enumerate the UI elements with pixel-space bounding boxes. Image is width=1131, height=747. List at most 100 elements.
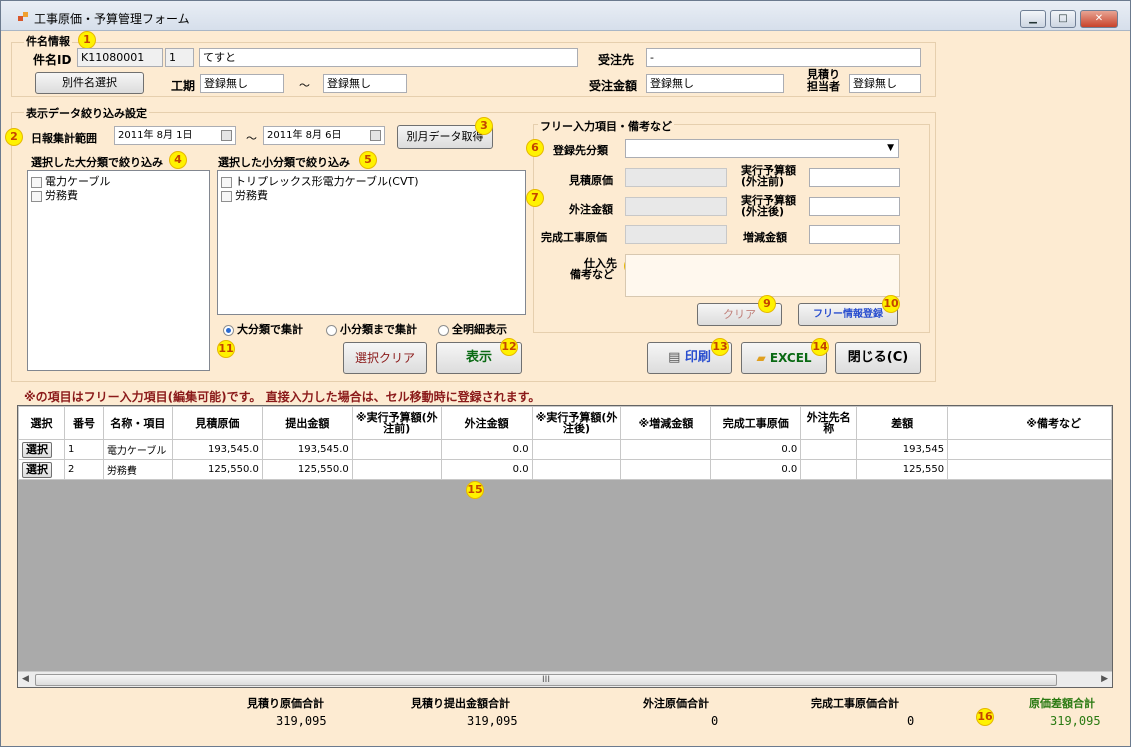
minimize-button[interactable]: ▁ [1020,10,1046,28]
cell-diff[interactable]: 193,545 [856,439,949,460]
estimator-label-2: 担当者 [807,80,840,93]
exec-after-field[interactable] [809,197,900,216]
period-from-field[interactable]: 登録無し [200,74,284,93]
main-window: 工事原価・予算管理フォーム ▁ □ ✕ 件名情報 1 件名ID K1108000… [0,0,1131,747]
client-field[interactable]: - [646,48,921,67]
col-header[interactable]: ※実行予算額(外注前) [351,406,442,440]
close-window-button[interactable]: ✕ [1080,10,1118,28]
cell-no[interactable]: 1 [63,439,104,460]
select-other-project-button[interactable]: 別件名選択 [35,72,144,94]
calendar-icon[interactable] [370,130,381,141]
date-separator: 〜 [246,132,257,145]
list-item[interactable]: 労務費 [221,187,268,203]
project-name-field[interactable]: てすと [199,48,578,67]
cell-submit[interactable]: 193,545.0 [261,439,353,460]
horizontal-scrollbar[interactable]: ◀ III ▶ [18,671,1112,687]
cell-exec-after[interactable] [531,439,622,460]
radio-button-selected[interactable] [223,324,234,336]
col-header[interactable]: 見積原価 [171,406,263,440]
col-header[interactable]: ※実行予算額(外注後) [531,406,622,440]
radio-all[interactable]: 全明細表示 [438,321,507,337]
chevron-down-icon[interactable]: ▼ [887,140,894,157]
exec-before-field[interactable] [809,168,900,187]
order-amount-field[interactable]: 登録無し [646,74,784,93]
diff-total-label: 原価差額合計 [1029,697,1095,710]
scroll-left-icon[interactable]: ◀ [22,674,29,684]
cell-diff[interactable]: 125,550 [856,459,949,480]
cell-name[interactable]: 電力ケーブル [102,439,173,460]
calendar-icon[interactable] [221,130,232,141]
cell-no[interactable]: 2 [63,459,104,480]
cell-memo[interactable] [947,439,1112,460]
col-header[interactable]: 選択 [18,406,65,440]
period-to-field[interactable]: 登録無し [323,74,407,93]
row-select-button[interactable]: 選択 [22,461,52,478]
cell-diff-amt[interactable] [620,459,712,480]
diff-amount-field[interactable] [809,225,900,244]
minor-category-list[interactable]: トリプレックス形電力ケーブル(CVT) 労務費 [217,170,526,315]
category-select[interactable]: ▼ [625,139,899,158]
date-range-label: 日報集計範囲 [31,132,97,145]
maximize-button[interactable]: □ [1050,10,1076,28]
major-category-list[interactable]: 電力ケーブル 労務費 [27,170,210,371]
marker-2: 2 [5,128,23,146]
cell-outsource[interactable]: 0.0 [440,439,533,460]
scrollbar-thumb[interactable]: III [35,674,1057,686]
table-row[interactable]: 選択 2 労務費 125,550.0 125,550.0 0.0 0.0 125… [18,459,1112,480]
col-header[interactable]: 番号 [63,406,104,440]
row-select-button[interactable]: 選択 [22,441,52,458]
marker-1: 1 [78,31,96,49]
outsource-total-value: 0 [711,714,719,728]
complete-cost-label: 完成工事原価 [541,231,607,244]
list-item[interactable]: 労務費 [31,187,78,203]
date-from-picker[interactable]: 2011年 8月 1日 [114,126,236,145]
estimator-field[interactable]: 登録無し [849,74,921,93]
cell-complete[interactable]: 0.0 [710,439,802,460]
supplier-notes-field[interactable] [625,254,900,297]
project-id-field[interactable]: K11080001 [77,48,163,67]
radio-minor[interactable]: 小分類まで集計 [326,321,417,337]
col-header[interactable]: 差額 [856,406,949,440]
cell-exec-before[interactable] [351,439,442,460]
selection-clear-button[interactable]: 選択クリア [343,342,427,374]
col-header[interactable]: 完成工事原価 [710,406,802,440]
cost-table[interactable]: 選択 番号 名称・項目 見積原価 提出金額 ※実行予算額(外注前) 外注金額 ※… [18,406,1112,480]
checkbox[interactable] [31,190,42,202]
table-row[interactable]: 選択 1 電力ケーブル 193,545.0 193,545.0 0.0 0.0 … [18,439,1112,460]
marker-15: 15 [466,481,484,499]
radio-major[interactable]: 大分類で集計 [223,321,303,337]
checkbox[interactable] [221,176,232,188]
free-input-title: フリー入力項目・備考など [538,118,674,134]
col-header[interactable]: ※増減金額 [620,406,712,440]
project-sub-field[interactable]: 1 [165,48,194,67]
col-header[interactable]: ※備考など [947,406,1112,440]
window-title: 工事原価・予算管理フォーム [34,12,190,26]
col-header[interactable]: 名称・項目 [102,406,173,440]
cell-est[interactable]: 125,550.0 [171,459,263,480]
outsource-total-label: 外注原価合計 [643,697,709,710]
radio-button[interactable] [326,324,337,336]
radio-button[interactable] [438,324,449,336]
cell-diff-amt[interactable] [620,439,712,460]
cell-name[interactable]: 労務費 [102,459,173,480]
cell-est[interactable]: 193,545.0 [171,439,263,460]
cost-grid[interactable]: 選択 番号 名称・項目 見積原価 提出金額 ※実行予算額(外注前) 外注金額 ※… [17,405,1113,688]
cell-submit[interactable]: 125,550.0 [261,459,353,480]
cell-complete[interactable]: 0.0 [710,459,802,480]
col-header[interactable]: 提出金額 [261,406,353,440]
scroll-right-icon[interactable]: ▶ [1101,674,1108,684]
close-button[interactable]: 閉じる(C) [835,342,921,374]
checkbox[interactable] [221,190,232,202]
cell-exec-before[interactable] [351,459,442,480]
cell-outsource[interactable]: 0.0 [440,459,533,480]
col-header[interactable]: 外注金額 [440,406,533,440]
checkbox[interactable] [31,176,42,188]
cell-vendor[interactable] [800,459,858,480]
cell-vendor[interactable] [800,439,858,460]
date-to-picker[interactable]: 2011年 8月 6日 [263,126,385,145]
col-header[interactable]: 外注先名称 [800,406,858,440]
complete-cost-field [625,225,727,244]
cell-exec-after[interactable] [531,459,622,480]
marker-12: 12 [500,338,518,356]
cell-memo[interactable] [947,459,1112,480]
